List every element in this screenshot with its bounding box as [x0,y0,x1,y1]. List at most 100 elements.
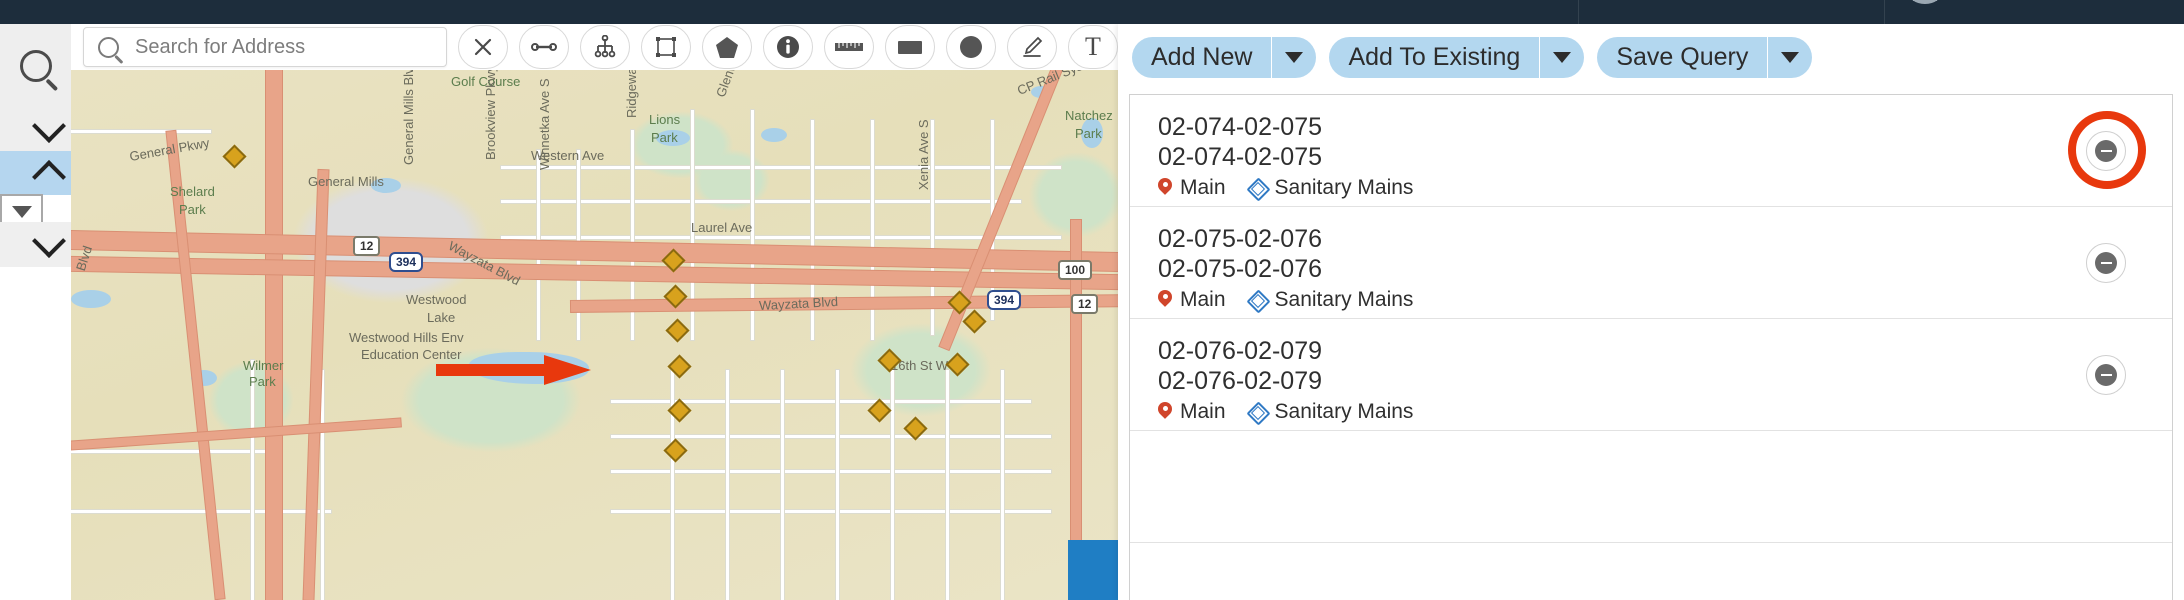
search-icon [19,50,52,82]
sidebar-search-button[interactable] [0,24,71,108]
add-text-tool[interactable]: T [1068,25,1118,69]
save-query-dropdown-toggle[interactable] [1768,37,1812,78]
sidebar-body [0,267,71,600]
map-pin-icon [1158,178,1172,198]
results-panel: Add New Add To Existing Save Query 02-07… [1118,24,2184,600]
route-shield: 394 [987,290,1022,310]
search-box[interactable] [83,27,447,67]
layers-icon [1246,400,1271,426]
chevron-down-icon [32,223,66,258]
results-list[interactable]: 02-074-02-075 02-074-02-075 Main Sanitar… [1129,94,2173,600]
map-label: Park [651,130,678,145]
clear-selection-tool[interactable] [458,25,508,69]
map-label: Winnetka Ave S [537,78,552,170]
select-by-network-tool[interactable] [580,25,630,69]
layers-icon [1246,176,1271,202]
selected-feature-chip[interactable] [1068,540,1118,600]
list-item-layer: Sanitary Mains [1246,176,1414,202]
add-new-button[interactable]: Add New [1132,37,1317,78]
list-item-layer: Sanitary Mains [1246,400,1414,426]
list-item[interactable]: 02-076-02-079 02-076-02-079 Main Sanitar… [1130,319,2172,431]
sidebar-section-collapsed-2[interactable] [0,222,71,267]
notifications-button[interactable] [1504,0,1578,24]
map-street [946,370,949,600]
map-street [71,130,211,133]
text-t-icon: T [1085,32,1101,61]
chevron-down-icon [32,108,66,143]
list-item[interactable]: 02-075-02-076 02-075-02-076 Main Sanitar… [1130,207,2172,319]
chevron-up-icon [32,160,66,194]
search-icon [98,36,119,58]
draw-circle-tool[interactable] [946,25,996,69]
route-shield: 12 [353,236,381,256]
list-item-meta: Main Sanitary Mains [1158,400,2172,426]
caret-down-icon [1553,52,1572,63]
map-street [1001,370,1004,600]
add-to-existing-button-label: Add To Existing [1348,43,1521,71]
user-menu[interactable]: courtney [1884,0,2184,24]
city-selector[interactable]: City [1578,0,1884,24]
map-label: Park [1075,126,1102,141]
list-item-layer-label: Sanitary Mains [1274,288,1414,311]
caret-down-icon [11,206,32,218]
add-new-dropdown-toggle[interactable] [1272,37,1316,78]
list-item-subtitle: 02-075-02-076 [1158,255,1323,283]
sidebar-section-collapsed[interactable] [0,108,71,151]
list-item-location-label: Main [1180,400,1226,423]
remove-item-button[interactable] [2086,131,2126,171]
map-label: Westwood [406,292,467,307]
map-toolbar: T [71,24,1118,70]
list-item-location-label: Main [1180,176,1226,199]
add-to-existing-dropdown-toggle[interactable] [1540,37,1584,78]
caret-down-icon [1781,52,1800,63]
map-canvas[interactable]: Golf Course General Mills Shelard Park L… [71,70,1118,600]
list-item-title: 02-074-02-075 [1158,113,1323,141]
map-street [251,360,254,600]
map-street [891,370,894,600]
identify-tool[interactable] [763,25,813,69]
list-item-meta: Main Sanitary Mains [1158,176,2172,202]
map-label: General Mills [308,174,384,189]
draw-freehand-tool[interactable] [1007,25,1057,69]
water-body [71,290,111,308]
remove-item-button[interactable] [2086,243,2126,283]
save-query-button-label: Save Query [1616,43,1749,71]
list-item-partial[interactable] [1130,431,2172,543]
list-item-meta: Main Sanitary Mains [1158,288,2172,314]
map-street [501,236,1061,239]
list-item-location: Main [1158,400,1226,424]
select-by-polygon-tool[interactable] [702,25,752,69]
route-shield: 394 [389,252,424,272]
map-label: General Mills Blvd N [401,70,416,165]
map-street [611,510,1051,513]
list-item-subtitle: 02-074-02-075 [1158,143,1323,171]
list-item[interactable]: 02-074-02-075 02-074-02-075 Main Sanitar… [1130,95,2172,207]
map-label: Wilmer [243,358,284,373]
water-body [761,128,787,142]
top-header-right: City courtney [1504,0,2184,24]
map-street [611,435,1051,438]
remove-item-button[interactable] [2086,355,2126,395]
map-street [501,166,1061,169]
map-label: Xenia Ave S [916,119,931,190]
select-by-line-tool[interactable] [519,25,569,69]
save-query-button[interactable]: Save Query [1597,37,1813,78]
map-label: Lions [649,112,681,127]
sidebar-section-expanded[interactable] [0,151,71,195]
map-label: Park [249,374,276,389]
add-to-existing-button[interactable]: Add To Existing [1329,37,1585,78]
top-header-bar: City courtney [0,0,2184,24]
list-item-title: 02-076-02-079 [1158,337,1323,365]
select-by-rectangle-tool[interactable] [641,25,691,69]
app-root: Golf Course General Mills Shelard Park L… [0,0,2184,600]
list-item-layer-label: Sanitary Mains [1274,400,1414,423]
map-label: Natchez [1065,108,1113,123]
map-label: Lake [427,310,456,325]
draw-rectangle-tool[interactable] [885,25,935,69]
measure-tool[interactable] [824,25,874,69]
left-sidebar [0,24,71,600]
list-item-layer-label: Sanitary Mains [1274,176,1414,199]
search-input[interactable] [133,34,436,60]
map-street [781,370,784,600]
map-label: Park [179,202,206,217]
